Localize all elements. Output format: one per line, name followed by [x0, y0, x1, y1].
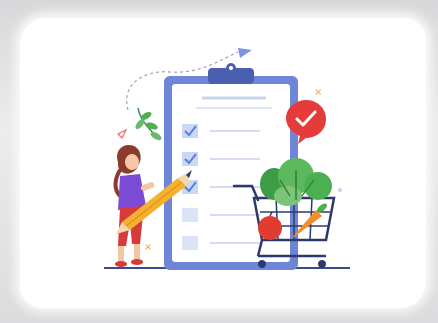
plant-icon — [135, 107, 162, 141]
apple-icon — [258, 216, 282, 240]
dot-icon — [338, 188, 342, 192]
checklist-shopping-illustration: × × — [104, 48, 350, 270]
paper-plane-icon — [238, 48, 252, 58]
sparkle-icon-1: × — [314, 87, 322, 98]
sparkle-icon-2: × — [144, 242, 152, 253]
triangle-icon — [116, 128, 128, 140]
